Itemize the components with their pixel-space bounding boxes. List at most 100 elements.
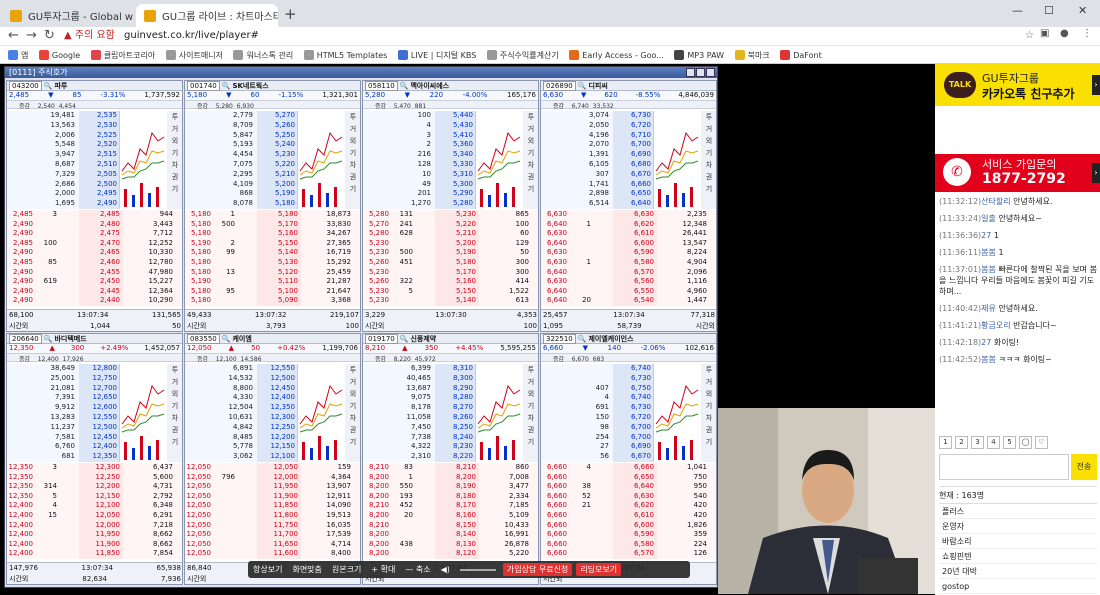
close-window-icon[interactable]: ✕: [1078, 4, 1087, 17]
bookmark-item[interactable]: 북마크: [734, 46, 770, 63]
chat-nickname[interactable]: 산타할리: [981, 197, 1010, 206]
price-change-pct: -4.00%: [462, 91, 488, 99]
bid-row: 12,050 11,700 17,539: [186, 530, 351, 540]
chat-nickname[interactable]: 27: [981, 231, 991, 240]
bookmark-item[interactable]: HTML5 Templates: [303, 46, 387, 63]
user-list-item[interactable]: 운영자: [939, 519, 1097, 534]
chat-nickname[interactable]: 봄봄: [981, 248, 996, 257]
kakao-friend-banner[interactable]: TALK GU투자그룹 카카오톡 친구추가 ›: [935, 64, 1100, 106]
replay-button[interactable]: 리딩모보기: [576, 563, 622, 576]
browser-tab-live[interactable]: GU그룹 라이브 : 차트마스터✕: [136, 4, 278, 27]
bookmark-item[interactable]: MP3 PAW: [674, 46, 724, 63]
video-player[interactable]: [0111] 주식호가 043200 🔍 파루 2,485 ▼ 85 -3.31% 1,737…: [0, 64, 935, 595]
stock-code-input[interactable]: 001740: [187, 81, 220, 91]
stock-code-input[interactable]: 083550: [187, 334, 220, 344]
search-icon[interactable]: 🔍: [578, 82, 587, 90]
user-list-item[interactable]: 바람소리: [939, 534, 1097, 549]
chat-nickname[interactable]: 황금오리: [981, 321, 1010, 330]
speech-bubble-icon[interactable]: ◯: [1019, 436, 1032, 449]
extension-icon[interactable]: ▣: [1040, 28, 1049, 39]
chat-nickname[interactable]: 제유: [981, 304, 996, 313]
user-list-item[interactable]: 쇼핑핀텐: [939, 549, 1097, 564]
maximize-icon[interactable]: [696, 68, 705, 77]
search-icon[interactable]: 🔍: [578, 335, 587, 343]
minimize-icon[interactable]: —: [1012, 4, 1023, 17]
kakao-talk-icon: TALK: [944, 72, 976, 98]
menu-icon[interactable]: ⋮: [1082, 28, 1092, 39]
stock-code-input[interactable]: 206640: [9, 334, 42, 344]
chat-nickname[interactable]: 일출: [981, 214, 996, 223]
investor-tabs[interactable]: 투거외기차권기: [701, 111, 716, 209]
investor-tabs[interactable]: 투거외기차권기: [523, 364, 538, 462]
chat-nickname[interactable]: 봄봄: [981, 265, 996, 274]
stock-code-input[interactable]: 019170: [365, 334, 398, 344]
investor-tabs[interactable]: 투거외기차권기: [345, 364, 360, 462]
consult-signup-button[interactable]: 가입상담 무료신청: [502, 563, 573, 576]
maximize-icon[interactable]: ☐: [1044, 4, 1054, 17]
minimize-icon[interactable]: [686, 68, 695, 77]
bookmark-item[interactable]: 클립아트코리아: [90, 46, 155, 63]
investor-tabs[interactable]: 투거외기차권기: [167, 111, 182, 209]
zoom-out-button[interactable]: — 축소: [405, 564, 430, 575]
stock-code-input[interactable]: 043200: [9, 81, 42, 91]
search-icon[interactable]: 🔍: [222, 335, 231, 343]
stock-code-input[interactable]: 058110: [365, 81, 398, 91]
bid-row: 2,490 619 2,450 15,227: [12, 277, 173, 287]
chat-input[interactable]: [939, 454, 1069, 480]
investor-tabs[interactable]: 투거외기차권기: [167, 364, 182, 462]
stock-code-input[interactable]: 026890: [543, 81, 576, 91]
price-direction-icon: ▲: [49, 344, 55, 352]
zoom-in-button[interactable]: + 확대: [371, 564, 395, 575]
avatar[interactable]: ●: [1060, 28, 1069, 39]
search-icon[interactable]: 🔍: [44, 335, 53, 343]
user-list-item[interactable]: gostop: [939, 579, 1097, 594]
bid-row: 12,400 11,900 8,662: [8, 539, 173, 550]
back-icon[interactable]: ←: [8, 28, 19, 43]
bookmark-item[interactable]: 주식수익률계산기: [486, 46, 559, 63]
user-list-item[interactable]: 플러스: [939, 504, 1097, 519]
new-tab-icon[interactable]: +: [284, 5, 297, 23]
investor-tabs[interactable]: 투거외기차권기: [701, 364, 716, 462]
fit-screen-button[interactable]: 화면맞춤: [292, 564, 321, 575]
bid-row: 6,640 6,600 13,547: [546, 238, 707, 249]
bookmark-item[interactable]: 워너스톡 관리: [233, 46, 293, 63]
search-icon[interactable]: 🔍: [222, 82, 231, 90]
ask-top-price: 5,280: [215, 103, 233, 110]
bookmark-item[interactable]: DaFont: [780, 46, 822, 63]
browser-tab-gu-group[interactable]: GU투자그룹 - Global with U✕: [2, 4, 134, 27]
close-icon[interactable]: [706, 68, 715, 77]
volume-slider[interactable]: [459, 568, 496, 571]
emoji-tab[interactable]: 5: [1003, 436, 1016, 449]
send-button[interactable]: 전송: [1071, 454, 1097, 480]
chat-message: (11:36:11)봄봄 1: [939, 247, 1097, 258]
bookmark-star-icon[interactable]: ☆: [1025, 27, 1034, 45]
mini-price-chart: [475, 111, 523, 209]
bookmark-item[interactable]: 앱: [8, 46, 28, 63]
bookmark-item[interactable]: 사이트매니저: [165, 46, 223, 63]
bookmark-item[interactable]: LIVE | 디지털 KBS: [397, 46, 476, 63]
emoji-tab[interactable]: 4: [987, 436, 1000, 449]
search-icon[interactable]: 🔍: [400, 82, 409, 90]
emoji-tab[interactable]: 3: [971, 436, 984, 449]
investor-tabs[interactable]: 투거외기차권기: [345, 111, 360, 209]
heart-icon[interactable]: ♡: [1035, 436, 1048, 449]
bookmark-item[interactable]: Early Access - Goo...: [569, 46, 664, 63]
emoji-tab[interactable]: 2: [955, 436, 968, 449]
volume-icon[interactable]: ◀): [441, 565, 450, 574]
search-icon[interactable]: 🔍: [44, 82, 53, 90]
stock-code-input[interactable]: 322510: [543, 334, 576, 344]
chat-nickname[interactable]: 봄봄: [981, 355, 996, 364]
user-list-item[interactable]: 20년 대박: [939, 564, 1097, 579]
reload-icon[interactable]: ↻: [44, 28, 55, 43]
investor-tabs[interactable]: 투거외기차권기: [523, 111, 538, 209]
forward-icon[interactable]: →: [26, 28, 37, 43]
search-icon[interactable]: 🔍: [400, 335, 409, 343]
emoji-tab[interactable]: 1: [939, 436, 952, 449]
address-bar[interactable]: ▲ 주의 요함 guinvest.co.kr/live/player# ☆: [64, 27, 1034, 45]
trade-volume: 1,737,592: [144, 91, 180, 99]
chat-nickname[interactable]: 27: [981, 338, 991, 347]
original-size-button[interactable]: 원본크기: [332, 564, 361, 575]
service-inquiry-banner[interactable]: ✆ 서비스 가입문의 1877-2792 ›: [935, 154, 1100, 192]
always-on-top-toggle[interactable]: 항상보기: [253, 564, 282, 575]
bookmark-item[interactable]: Google: [38, 46, 80, 63]
